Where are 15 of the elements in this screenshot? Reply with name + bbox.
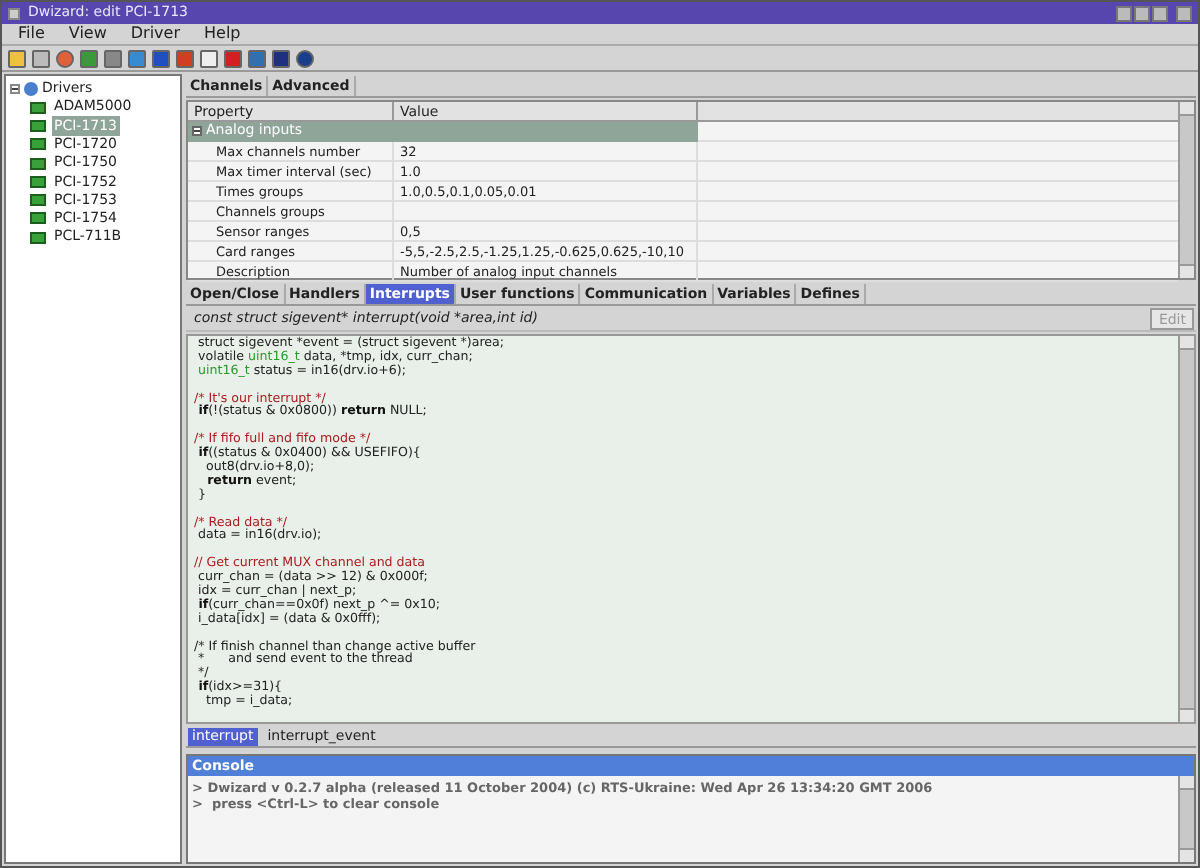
scroll-down-icon[interactable] (1180, 264, 1194, 278)
collapse-icon[interactable] (192, 126, 202, 136)
menu-item[interactable]: Driver (130, 22, 180, 46)
scrollbar[interactable] (1178, 776, 1194, 862)
scroll-up-icon[interactable] (1180, 336, 1194, 350)
scroll-up-icon[interactable] (1180, 776, 1194, 790)
scrollbar[interactable] (1178, 336, 1194, 722)
menu-item[interactable]: File (18, 22, 45, 46)
menu-item[interactable]: View (68, 22, 107, 46)
scroll-down-icon[interactable] (1180, 708, 1194, 722)
scrollbar[interactable] (1178, 102, 1194, 278)
menu-item[interactable]: Help (204, 22, 241, 46)
scroll-down-icon[interactable] (1180, 848, 1194, 862)
scroll-up-icon[interactable] (1180, 102, 1194, 116)
collapse-icon[interactable] (10, 84, 20, 94)
